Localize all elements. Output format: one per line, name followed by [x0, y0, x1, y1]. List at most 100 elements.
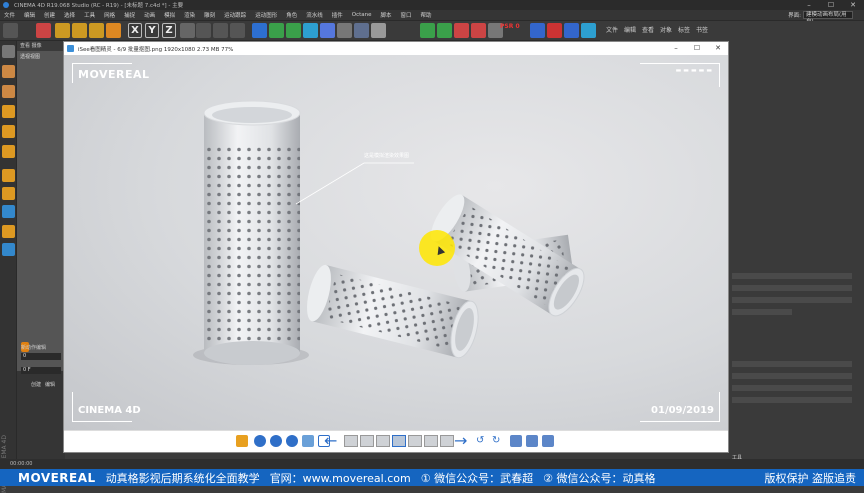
model-mode-icon[interactable] [2, 45, 15, 58]
move-icon[interactable] [55, 23, 70, 38]
axis-mode-icon[interactable] [2, 169, 15, 182]
thumbnail[interactable] [360, 435, 374, 447]
menu-motion-tracking[interactable]: 运动跟踪 [224, 11, 246, 19]
rotate-right-icon[interactable]: ↻ [492, 435, 500, 446]
layout-select[interactable]: 建模动画布局(用户) [803, 11, 853, 25]
timeline-tab-edit[interactable]: 编辑 [45, 381, 55, 388]
polygons-mode-icon[interactable] [2, 145, 15, 158]
menu-help[interactable]: 帮助 [421, 11, 432, 19]
menu-plugins[interactable]: 插件 [332, 11, 343, 19]
fit-window-icon[interactable] [302, 435, 314, 447]
menu-snap[interactable]: 捕捉 [124, 11, 135, 19]
menu-animate[interactable]: 动画 [144, 11, 155, 19]
menu-select[interactable]: 选择 [64, 11, 75, 19]
menu-character[interactable]: 角色 [286, 11, 297, 19]
close-icon[interactable]: ✕ [842, 0, 864, 10]
cube-icon[interactable] [252, 23, 267, 38]
locked-workplane-icon[interactable] [2, 225, 15, 238]
timeline-field-2[interactable]: 0 F [21, 367, 61, 374]
array-icon[interactable] [303, 23, 318, 38]
thumbnail[interactable] [424, 435, 438, 447]
menu-mograph[interactable]: 运动图形 [255, 11, 277, 19]
points-mode-icon[interactable] [2, 105, 15, 118]
render-view-icon[interactable] [196, 23, 211, 38]
texture-mode-icon[interactable] [2, 65, 15, 78]
heart-icon[interactable] [581, 23, 596, 38]
menu-window[interactable]: 窗口 [401, 11, 412, 19]
viewport[interactable] [17, 41, 65, 371]
undo-icon[interactable] [3, 23, 18, 38]
timeline-field-1[interactable]: 0 [21, 353, 61, 360]
octane-material-icon[interactable] [437, 23, 452, 38]
viewer-close-icon[interactable]: ✕ [708, 42, 728, 55]
render-picture-viewer-icon[interactable] [213, 23, 228, 38]
plugin-2-icon[interactable] [547, 23, 562, 38]
thumbnail[interactable] [440, 435, 454, 447]
timeline-tab-create[interactable]: 创建 [31, 381, 41, 388]
info-icon[interactable] [542, 435, 554, 447]
previous-arrow-icon[interactable]: ← [324, 433, 337, 449]
tab-view[interactable]: 查看 [642, 25, 654, 34]
menu-create[interactable]: 创建 [44, 11, 55, 19]
thumbnail-active[interactable] [392, 435, 406, 447]
thumbnail[interactable] [408, 435, 422, 447]
axis-x-button[interactable]: X [128, 23, 142, 38]
viewer-maximize-icon[interactable]: ☐ [687, 42, 707, 55]
axis-z-button[interactable]: Z [162, 23, 176, 38]
thumbnail[interactable] [376, 435, 390, 447]
axis-y-button[interactable]: Y [145, 23, 159, 38]
scale-icon[interactable] [72, 23, 87, 38]
rotate-icon[interactable] [89, 23, 104, 38]
light-icon[interactable] [371, 23, 386, 38]
actual-size-icon[interactable] [286, 435, 298, 447]
menu-mesh[interactable]: 网格 [104, 11, 115, 19]
tab-objects[interactable]: 对象 [660, 25, 672, 34]
next-arrow-icon[interactable]: → [454, 433, 467, 449]
rotate-left-icon[interactable]: ↺ [476, 435, 484, 446]
plugin-3-icon[interactable] [564, 23, 579, 38]
tab-tags[interactable]: 标签 [678, 25, 690, 34]
image-canvas[interactable]: MOVEREAL ▬▬▬▬▬ 这是模拟渲染效果图 CINEMA 4D 01/09… [64, 55, 728, 430]
delete-icon[interactable] [510, 435, 522, 447]
workplane-icon[interactable] [2, 85, 15, 98]
tab-file[interactable]: 文件 [606, 25, 618, 34]
tweak-icon[interactable] [2, 187, 15, 200]
brush-icon[interactable] [236, 435, 248, 447]
edges-mode-icon[interactable] [2, 125, 15, 138]
menu-pipeline[interactable]: 流水线 [306, 11, 323, 19]
octane-live-viewer-icon[interactable] [454, 23, 469, 38]
copy-icon[interactable] [526, 435, 538, 447]
snap-icon[interactable] [2, 205, 15, 218]
thumbnail[interactable] [344, 435, 358, 447]
menu-sculpt[interactable]: 雕刻 [204, 11, 215, 19]
psr-badge[interactable]: PSR 0 [500, 23, 530, 38]
plugin-icon[interactable] [530, 23, 545, 38]
menu-render[interactable]: 渲染 [184, 11, 195, 19]
menu-edit[interactable]: 编辑 [24, 11, 35, 19]
deformer-icon[interactable] [320, 23, 335, 38]
minimize-icon[interactable]: – [798, 0, 820, 10]
menu-simulate[interactable]: 模拟 [164, 11, 175, 19]
tab-edit[interactable]: 编辑 [624, 25, 636, 34]
viewer-minimize-icon[interactable]: – [666, 42, 686, 55]
octane-light-icon[interactable] [471, 23, 486, 38]
zoom-in-icon[interactable] [254, 435, 266, 447]
coordinate-system-icon[interactable] [180, 23, 195, 38]
menu-octane[interactable]: Octane [352, 12, 372, 18]
tab-bookmarks[interactable]: 书签 [696, 25, 708, 34]
menu-script[interactable]: 脚本 [381, 11, 392, 19]
zoom-out-icon[interactable] [270, 435, 282, 447]
select-icon[interactable] [36, 23, 51, 38]
spline-icon[interactable] [269, 23, 284, 38]
octane-render-icon[interactable] [420, 23, 435, 38]
solo-icon[interactable] [2, 243, 15, 256]
viewport-menu[interactable]: 查看 摄像 [17, 41, 65, 51]
floor-icon[interactable] [337, 23, 352, 38]
maximize-icon[interactable]: ☐ [820, 0, 842, 10]
nurbs-icon[interactable] [286, 23, 301, 38]
camera-icon[interactable] [354, 23, 369, 38]
last-tool-icon[interactable] [106, 23, 121, 38]
menu-file[interactable]: 文件 [4, 11, 15, 19]
render-settings-icon[interactable] [230, 23, 245, 38]
menu-tools[interactable]: 工具 [84, 11, 95, 19]
